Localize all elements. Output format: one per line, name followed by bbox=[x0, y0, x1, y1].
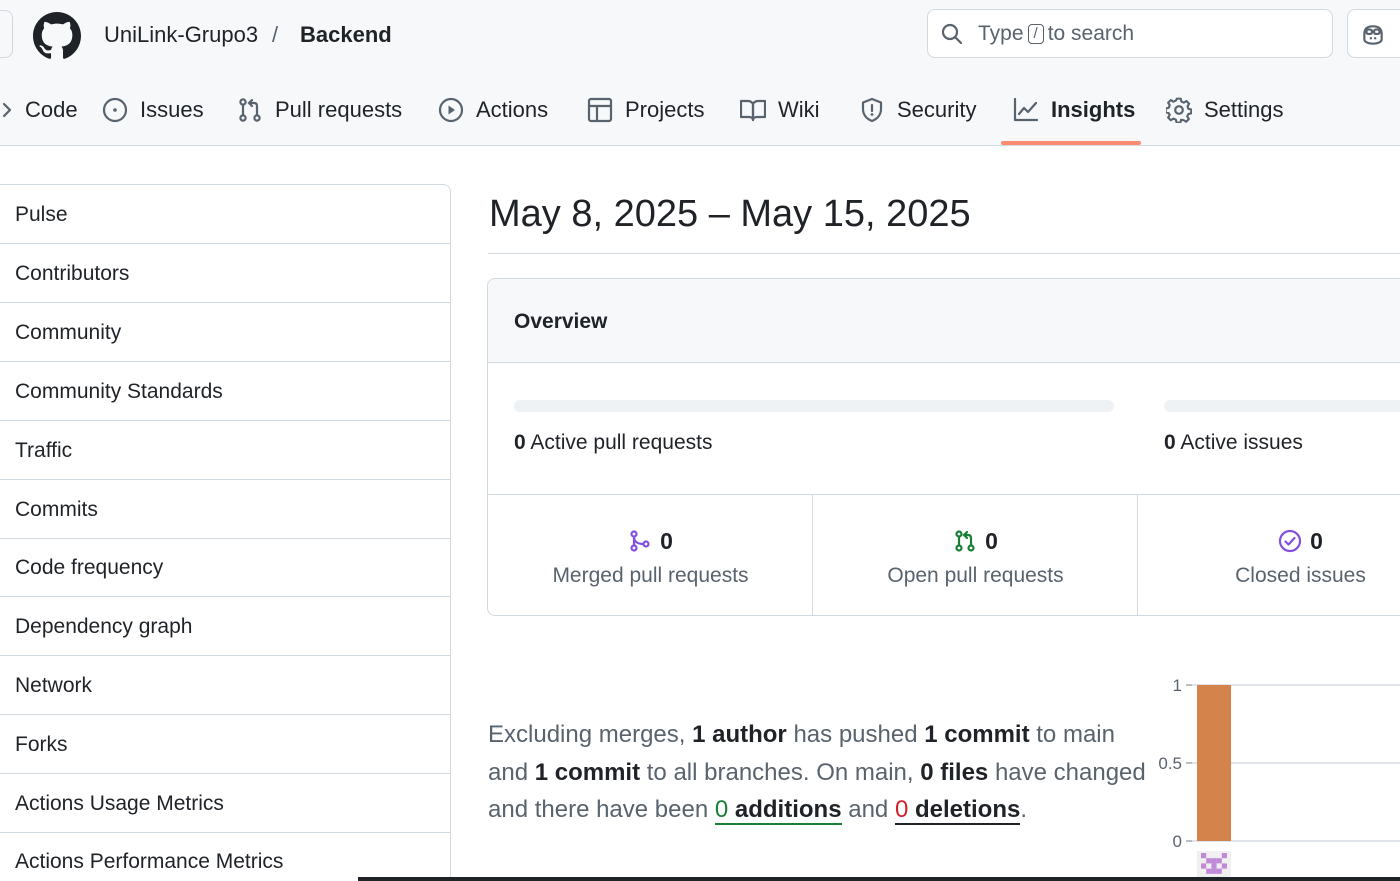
breadcrumb-repo[interactable]: Backend bbox=[300, 21, 392, 49]
sidebar-item-dependency-graph[interactable]: Dependency graph bbox=[0, 597, 450, 656]
search-icon bbox=[941, 23, 963, 45]
tab-settings[interactable]: Settings bbox=[1166, 88, 1284, 146]
graph-icon bbox=[1013, 97, 1039, 122]
git-pull-request-icon bbox=[239, 98, 261, 122]
shield-icon bbox=[861, 97, 883, 123]
overview-heading: Overview bbox=[514, 310, 608, 333]
open-prs-cell[interactable]: 0 Open pull requests bbox=[813, 495, 1138, 615]
sidebar-item-actions-performance-metrics[interactable]: Actions Performance Metrics bbox=[0, 832, 450, 881]
chart-y-tick-label: 1 bbox=[1173, 676, 1182, 695]
tab-actions[interactable]: Actions bbox=[438, 88, 548, 146]
page-title: May 8, 2025 – May 15, 2025 bbox=[489, 193, 971, 235]
tab-issues[interactable]: Issues bbox=[102, 88, 204, 146]
active-issues-progress-bar bbox=[1164, 400, 1400, 412]
deletions-link[interactable]: 0 deletions bbox=[894, 796, 1021, 825]
active-issues-stat[interactable]: 0 Active issues bbox=[1164, 430, 1303, 456]
sidebar-item-network[interactable]: Network bbox=[0, 656, 450, 715]
menu-button[interactable] bbox=[0, 10, 13, 58]
copilot-button[interactable] bbox=[1347, 9, 1400, 58]
gear-icon bbox=[1166, 97, 1192, 123]
files-changed-count: 0 files bbox=[920, 758, 989, 786]
sidebar-item-pulse[interactable]: Pulse bbox=[0, 185, 450, 244]
issue-closed-icon bbox=[1278, 529, 1302, 553]
search-input[interactable]: Type / to search bbox=[927, 9, 1333, 58]
insights-sidebar: Pulse Contributors Community Community S… bbox=[0, 184, 451, 881]
sidebar-item-code-frequency[interactable]: Code frequency bbox=[0, 538, 450, 597]
table-icon bbox=[587, 97, 613, 123]
sidebar-item-actions-usage-metrics[interactable]: Actions Usage Metrics bbox=[0, 774, 450, 833]
authors-count: 1 author bbox=[692, 721, 787, 748]
search-shortcut-key: / bbox=[1027, 24, 1044, 44]
breadcrumb-owner[interactable]: UniLink-Grupo3 bbox=[104, 21, 258, 49]
closed-issues-count: 0 bbox=[1310, 528, 1323, 554]
tab-insights[interactable]: Insights bbox=[1013, 88, 1135, 146]
chart-bar bbox=[1197, 685, 1231, 841]
tab-pull-requests[interactable]: Pull requests bbox=[237, 88, 402, 146]
sidebar-item-community-standards[interactable]: Community Standards bbox=[0, 362, 450, 421]
closed-issues-label: Closed issues bbox=[1235, 564, 1366, 587]
tab-selected-indicator bbox=[1001, 141, 1141, 145]
breadcrumb-separator: / bbox=[272, 22, 279, 47]
github-logo-icon[interactable] bbox=[33, 12, 81, 60]
app-header: UniLink-Grupo3 / Backend Type / to search … bbox=[0, 0, 1400, 146]
search-placeholder: Type / to search bbox=[978, 22, 1135, 45]
commits-all-count: 1 commit bbox=[534, 758, 641, 786]
play-icon bbox=[438, 97, 464, 123]
copilot-icon bbox=[1363, 25, 1383, 45]
book-icon bbox=[740, 99, 766, 122]
git-pull-request-open-icon bbox=[955, 530, 975, 552]
merged-prs-label: Merged pull requests bbox=[552, 564, 749, 587]
merged-prs-count: 0 bbox=[660, 528, 673, 554]
issue-opened-icon bbox=[102, 97, 128, 123]
closed-issues-cell[interactable]: 0 Closed issues bbox=[1138, 495, 1400, 615]
active-prs-stat[interactable]: 0 Active pull requests bbox=[514, 430, 712, 456]
commit-summary: Excluding merges, 1 author has pushed 1 … bbox=[488, 721, 1146, 825]
tab-security[interactable]: Security bbox=[859, 88, 976, 146]
merged-prs-cell[interactable]: 0 Merged pull requests bbox=[488, 495, 813, 615]
sidebar-item-forks[interactable]: Forks bbox=[0, 715, 450, 774]
tab-wiki[interactable]: Wiki bbox=[740, 88, 820, 146]
chart-y-tick-label: 0 bbox=[1173, 832, 1182, 851]
additions-link[interactable]: 0 additions bbox=[714, 796, 842, 825]
commits-by-author-chart: 10.50 bbox=[1158, 676, 1400, 881]
tab-projects[interactable]: Projects bbox=[587, 88, 704, 146]
commits-main-count: 1 commit bbox=[924, 721, 1030, 748]
open-prs-count: 0 bbox=[985, 528, 998, 554]
sidebar-item-commits[interactable]: Commits bbox=[0, 480, 450, 539]
repo-nav-tabs: Code Issues Pull requests Actions Projec… bbox=[0, 88, 1400, 146]
code-icon bbox=[2, 102, 12, 118]
overview-header: Overview bbox=[488, 279, 1400, 363]
chart-y-tick-label: 0.5 bbox=[1158, 754, 1182, 773]
title-divider bbox=[488, 253, 1400, 254]
horizontal-scrollbar[interactable] bbox=[358, 877, 1400, 881]
sidebar-item-community[interactable]: Community bbox=[0, 303, 450, 362]
open-prs-label: Open pull requests bbox=[887, 564, 1064, 587]
tab-code[interactable]: Code bbox=[0, 88, 78, 146]
git-merge-icon bbox=[630, 530, 650, 552]
overview-panel: Overview 0 Active pull requests 0 Active… bbox=[487, 278, 1400, 616]
sidebar-item-contributors[interactable]: Contributors bbox=[0, 244, 450, 303]
sidebar-item-traffic[interactable]: Traffic bbox=[0, 421, 450, 480]
active-prs-progress-bar bbox=[514, 400, 1114, 412]
